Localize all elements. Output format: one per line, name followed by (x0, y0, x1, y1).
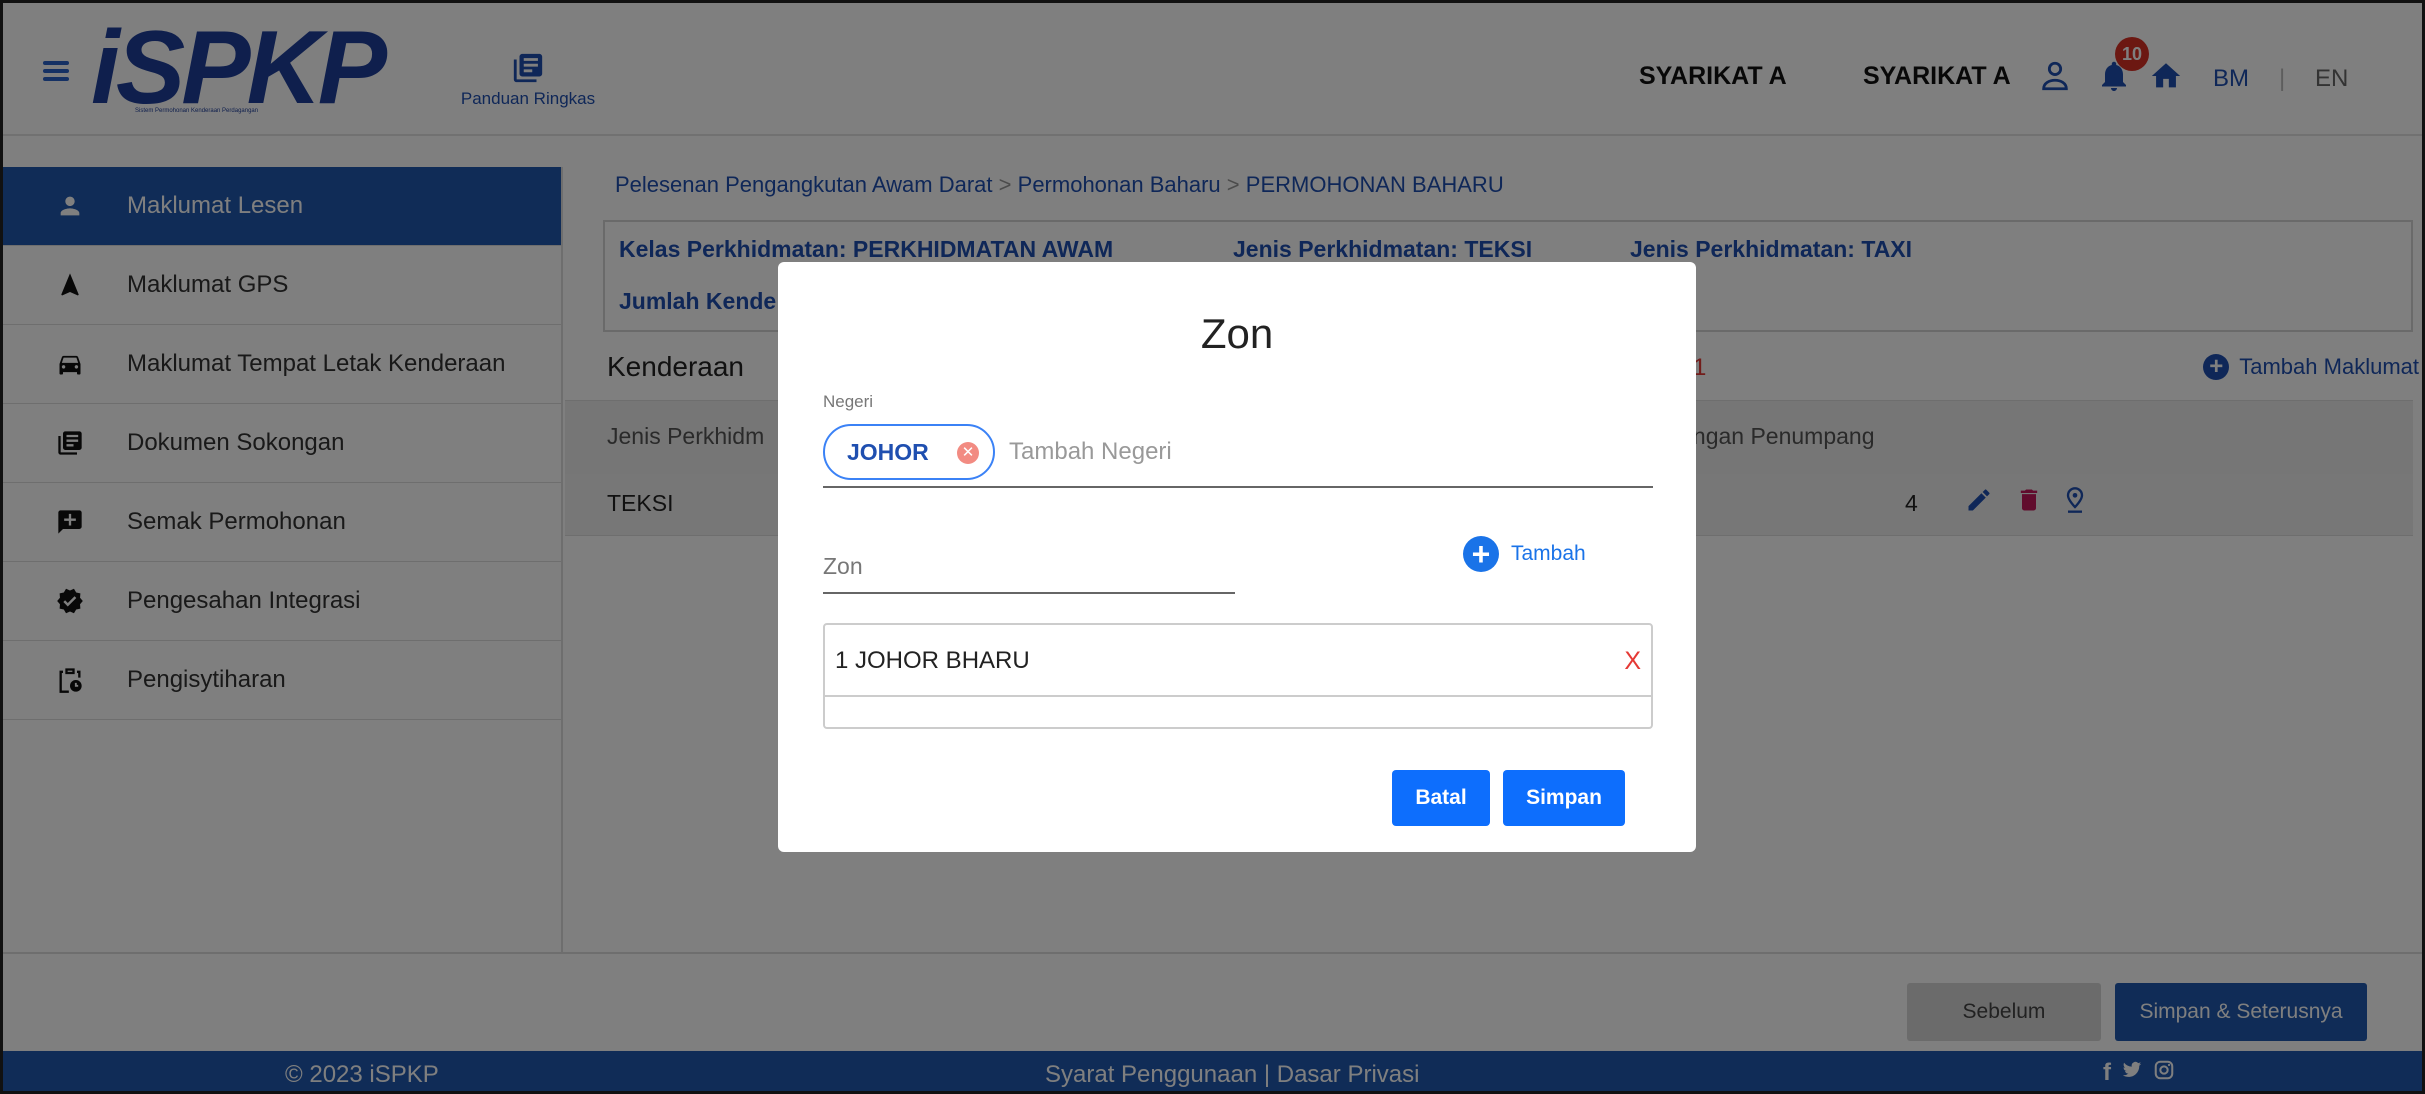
add-zone-label: Tambah (1511, 542, 1586, 565)
negeri-input[interactable] (1009, 432, 1629, 472)
zon-input[interactable] (823, 546, 1223, 586)
dialog-title: Zon (1200, 310, 1274, 357)
zon-field (823, 526, 1235, 594)
negeri-label: Negeri (823, 392, 874, 411)
zone-list: 1 JOHOR BHARU X (823, 623, 1653, 729)
negeri-chip-input: JOHOR ✕ (823, 420, 1653, 488)
save-button[interactable]: Simpan (1503, 770, 1625, 826)
chip-label: JOHOR (847, 438, 929, 465)
app-window: iSPKP Sistem Permohonan Kenderaan Perdag… (0, 0, 2425, 1094)
zon-dialog: Zon Negeri JOHOR ✕ + Tambah 1 JOHOR BHAR… (778, 262, 1696, 852)
zone-name: 1 JOHOR BHARU (835, 647, 1030, 674)
remove-zone-icon[interactable]: X (1624, 647, 1641, 676)
list-item: 1 JOHOR BHARU X (825, 625, 1651, 697)
add-zone-button[interactable]: + Tambah (1463, 536, 1586, 572)
chip-remove-icon[interactable]: ✕ (957, 442, 979, 464)
cancel-button[interactable]: Batal (1392, 770, 1490, 826)
negeri-chip[interactable]: JOHOR ✕ (823, 424, 995, 480)
add-circle-icon: + (1463, 536, 1499, 572)
